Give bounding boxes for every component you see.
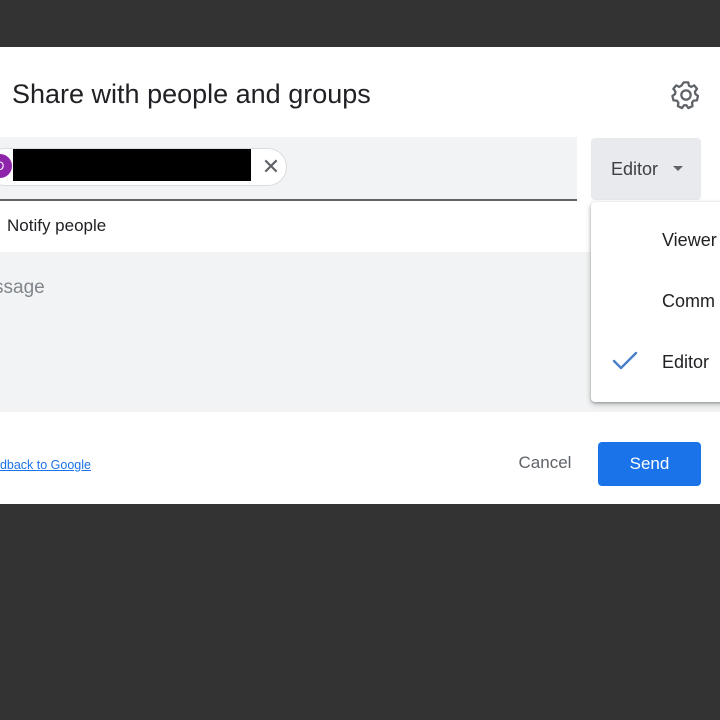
send-button[interactable]: Send <box>598 442 701 486</box>
role-menu-label: Editor <box>662 352 710 372</box>
cancel-button[interactable]: Cancel <box>500 442 590 484</box>
feedback-link[interactable]: edback to Google <box>0 456 91 474</box>
redacted-email <box>13 149 251 181</box>
gear-icon[interactable] <box>670 79 702 111</box>
notify-people-label: Notify people <box>7 216 107 235</box>
checkmark-icon <box>612 351 638 370</box>
role-menu-label: Comm <box>662 291 715 311</box>
role-dropdown-label: Editor <box>611 159 659 179</box>
role-menu-label: Viewer <box>662 230 717 250</box>
chevron-down-icon <box>673 166 683 171</box>
close-icon[interactable]: ✕ <box>258 154 284 180</box>
dialog-title: Share with people and groups <box>12 79 371 109</box>
message-placeholder: ssage <box>0 277 45 298</box>
